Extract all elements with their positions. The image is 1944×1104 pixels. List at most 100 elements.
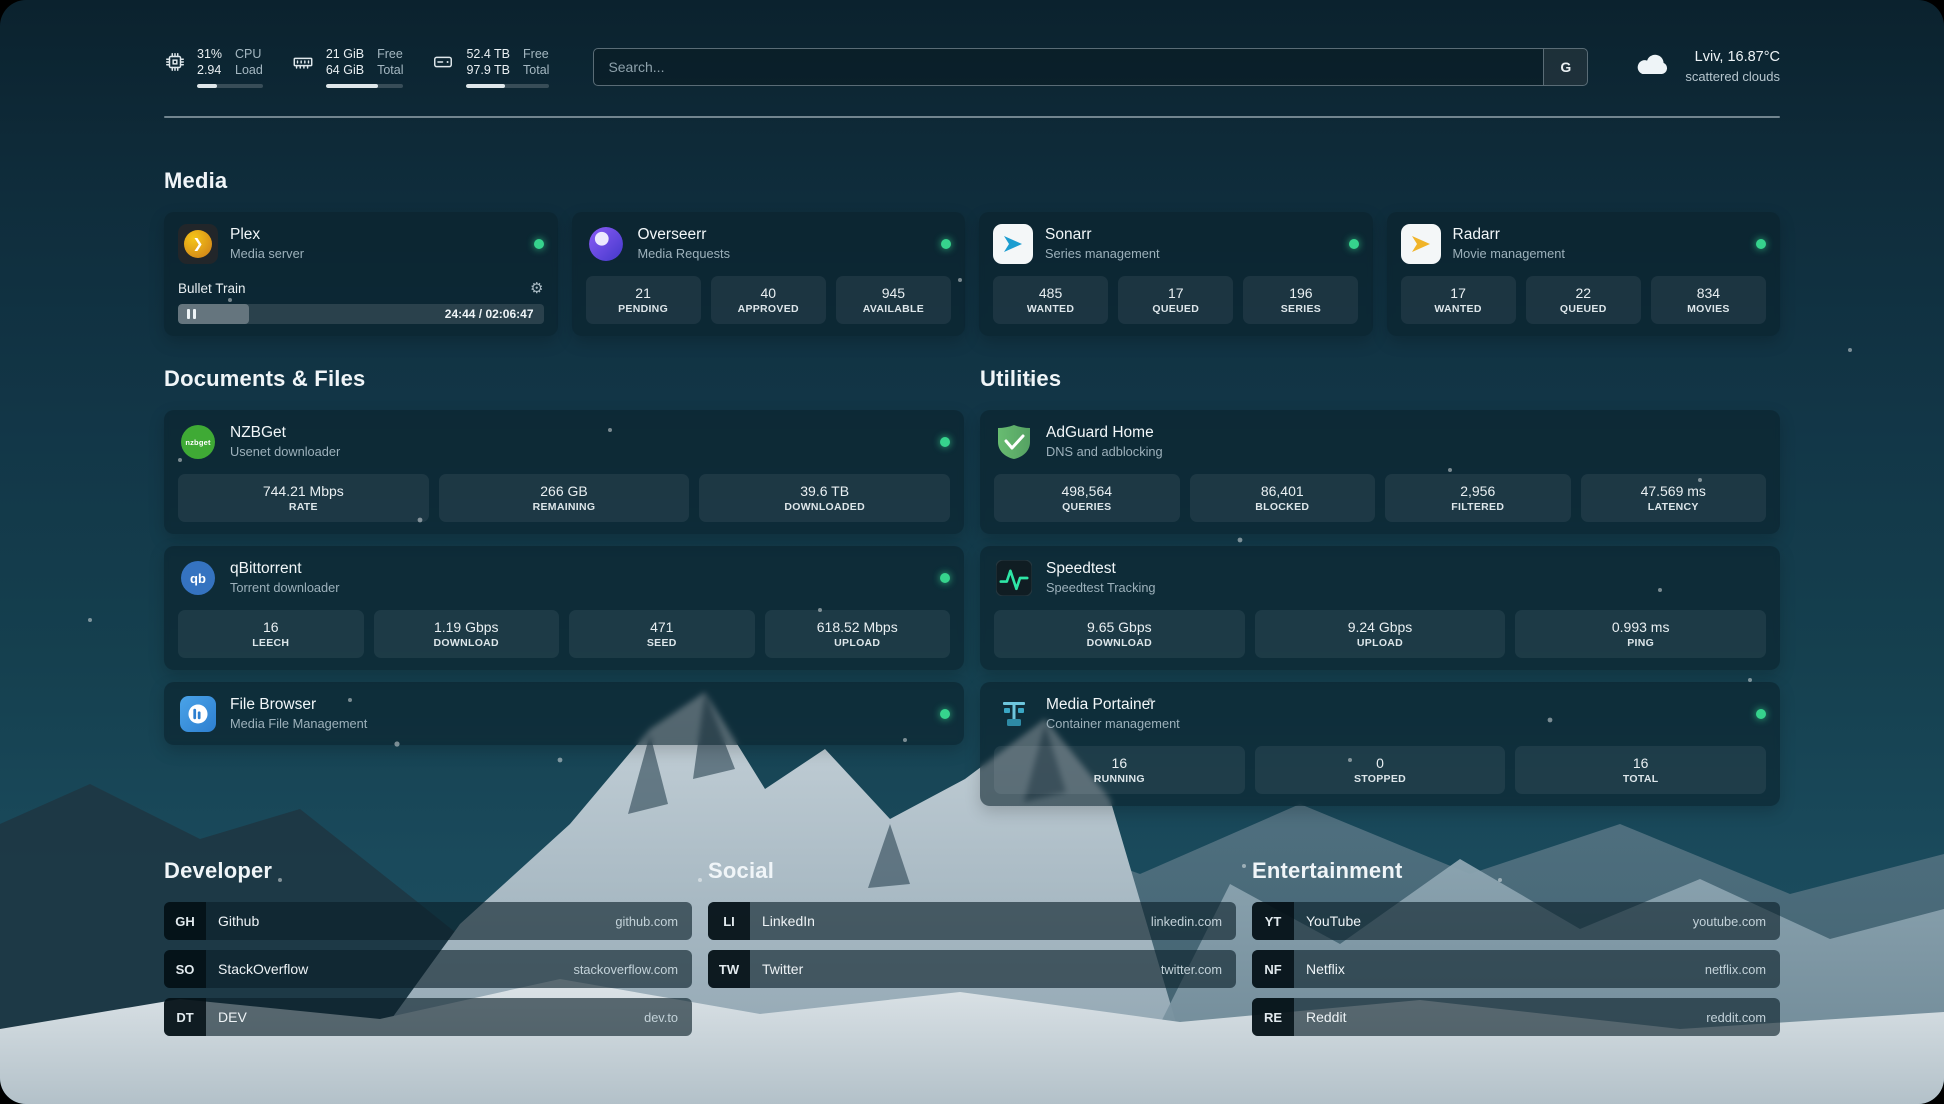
app-name: qBittorrent xyxy=(230,559,340,578)
ram-total-label: Total xyxy=(377,62,403,78)
stat-label: SEED xyxy=(647,637,677,649)
bookmark-dev[interactable]: DT DEV dev.to xyxy=(164,998,692,1036)
app-subtitle: Series management xyxy=(1045,244,1160,263)
bookmark-url: dev.to xyxy=(644,1010,678,1025)
bookmark-stackoverflow[interactable]: SO StackOverflow stackoverflow.com xyxy=(164,950,692,988)
app-card-qbittorrent[interactable]: qb qBittorrent Torrent downloader 16LEEC… xyxy=(164,546,964,670)
stat-label: PING xyxy=(1627,637,1654,649)
stat-value: 2,956 xyxy=(1460,483,1495,499)
header-divider xyxy=(164,116,1780,118)
stat-value: 16 xyxy=(1633,755,1649,771)
stat-value: 22 xyxy=(1575,285,1591,301)
stat-value: 471 xyxy=(650,619,673,635)
app-card-portainer[interactable]: Media Portainer Container management 16R… xyxy=(980,682,1780,806)
bookmark-twitter[interactable]: TW Twitter twitter.com xyxy=(708,950,1236,988)
dashboard-window: 31% 2.94 CPU Load xyxy=(0,0,1944,1104)
app-card-filebrowser[interactable]: File Browser Media File Management xyxy=(164,682,964,745)
ram-total-value: 64 GiB xyxy=(326,62,364,78)
nzbget-logo-text: nzbget xyxy=(181,425,215,459)
app-card-radarr[interactable]: Radarr Movie management 17WANTED 22QUEUE… xyxy=(1387,212,1781,336)
bookmark-linkedin[interactable]: LI LinkedIn linkedin.com xyxy=(708,902,1236,940)
bookmark-reddit[interactable]: RE Reddit reddit.com xyxy=(1252,998,1780,1036)
bookmark-abbr-badge: NF xyxy=(1252,950,1294,988)
ram-free-value: 21 GiB xyxy=(326,46,364,62)
bookmark-url: twitter.com xyxy=(1161,962,1222,977)
cpu-icon xyxy=(164,51,186,73)
stat-tile: 1.19 GbpsDOWNLOAD xyxy=(374,610,560,658)
status-online-dot xyxy=(941,239,951,249)
section-media: Media ❯ Plex Media server Bullet Tr xyxy=(164,168,1780,336)
app-name: Media Portainer xyxy=(1046,695,1180,714)
bookmark-abbr-badge: TW xyxy=(708,950,750,988)
stat-label: UPLOAD xyxy=(1357,637,1403,649)
app-card-sonarr[interactable]: Sonarr Series management 485WANTED 17QUE… xyxy=(979,212,1373,336)
speedtest-icon xyxy=(994,558,1034,598)
filebrowser-icon xyxy=(178,694,218,734)
app-subtitle: Media File Management xyxy=(230,714,367,733)
bookmark-name: Reddit xyxy=(1306,1009,1346,1025)
stat-tile: 17QUEUED xyxy=(1118,276,1233,324)
dashboard-content: 31% 2.94 CPU Load xyxy=(0,0,1944,1104)
status-online-dot xyxy=(1349,239,1359,249)
ram-icon xyxy=(291,51,315,73)
bookmark-url: netflix.com xyxy=(1705,962,1766,977)
stat-label: DOWNLOAD xyxy=(1087,637,1152,649)
bookmark-github[interactable]: GH Github github.com xyxy=(164,902,692,940)
app-card-overseerr[interactable]: Overseerr Media Requests 21PENDING 40APP… xyxy=(572,212,966,336)
bookmark-netflix[interactable]: NF Netflix netflix.com xyxy=(1252,950,1780,988)
playback-progress-bar[interactable]: 24:44 / 02:06:47 xyxy=(178,304,544,324)
stat-label: RUNNING xyxy=(1094,773,1145,785)
stat-tile: 266 GBREMAINING xyxy=(439,474,690,522)
ram-monitor: 21 GiB 64 GiB Free Total xyxy=(291,46,404,88)
overseerr-icon xyxy=(586,224,626,264)
app-subtitle: Container management xyxy=(1046,714,1180,733)
stat-label: QUEUED xyxy=(1560,303,1607,315)
section-title-documents: Documents & Files xyxy=(164,366,964,392)
bookmark-youtube[interactable]: YT YouTube youtube.com xyxy=(1252,902,1780,940)
app-card-speedtest[interactable]: Speedtest Speedtest Tracking 9.65 GbpsDO… xyxy=(980,546,1780,670)
app-subtitle: Media server xyxy=(230,244,304,263)
cpu-progress-fill xyxy=(197,84,217,88)
stat-tile: 471 SEED xyxy=(569,610,755,658)
stat-value: 9.24 Gbps xyxy=(1348,619,1413,635)
stat-value: 266 GB xyxy=(540,483,587,499)
disk-total-label: Total xyxy=(523,62,549,78)
qbittorrent-logo-text: qb xyxy=(181,561,215,595)
bookmark-name: Twitter xyxy=(762,961,803,977)
disk-progress-bar xyxy=(466,84,549,88)
bookmark-abbr-badge: RE xyxy=(1252,998,1294,1036)
stat-label: QUERIES xyxy=(1062,501,1111,513)
stat-value: 9.65 Gbps xyxy=(1087,619,1152,635)
stat-label: STOPPED xyxy=(1354,773,1406,785)
disk-free-label: Free xyxy=(523,46,549,62)
sonarr-icon xyxy=(993,224,1033,264)
app-card-adguard[interactable]: AdGuard Home DNS and adblocking 498,564Q… xyxy=(980,410,1780,534)
app-card-nzbget[interactable]: nzbget NZBGet Usenet downloader 744.21 M… xyxy=(164,410,964,534)
stat-label: WANTED xyxy=(1027,303,1074,315)
section-documents: Documents & Files nzbget NZBGet Usenet d… xyxy=(164,366,964,745)
app-card-plex[interactable]: ❯ Plex Media server Bullet Train ⚙ xyxy=(164,212,558,336)
pause-icon[interactable] xyxy=(187,309,196,319)
section-title-utilities: Utilities xyxy=(980,366,1780,392)
section-title-entertainment: Entertainment xyxy=(1252,858,1780,884)
bookmark-abbr-badge: YT xyxy=(1252,902,1294,940)
adguard-icon xyxy=(994,422,1034,462)
stat-tile: 945AVAILABLE xyxy=(836,276,951,324)
bookmark-url: github.com xyxy=(615,914,678,929)
stat-value: 0.993 ms xyxy=(1612,619,1670,635)
bookmark-abbr-badge: GH xyxy=(164,902,206,940)
status-online-dot xyxy=(534,239,544,249)
stat-tile: 40APPROVED xyxy=(711,276,826,324)
portainer-icon xyxy=(994,694,1034,734)
stat-tile: 16RUNNING xyxy=(994,746,1245,794)
app-name: NZBGet xyxy=(230,423,340,442)
stat-value: 17 xyxy=(1450,285,1466,301)
stat-label: BLOCKED xyxy=(1255,501,1309,513)
disk-total-value: 97.9 TB xyxy=(466,62,510,78)
stat-value: 498,564 xyxy=(1061,483,1112,499)
stat-value: 744.21 Mbps xyxy=(263,483,344,499)
qbittorrent-icon: qb xyxy=(178,558,218,598)
search-input[interactable] xyxy=(594,49,1543,85)
search-engine-button[interactable]: G xyxy=(1543,49,1587,85)
gear-icon[interactable]: ⚙ xyxy=(530,281,543,296)
